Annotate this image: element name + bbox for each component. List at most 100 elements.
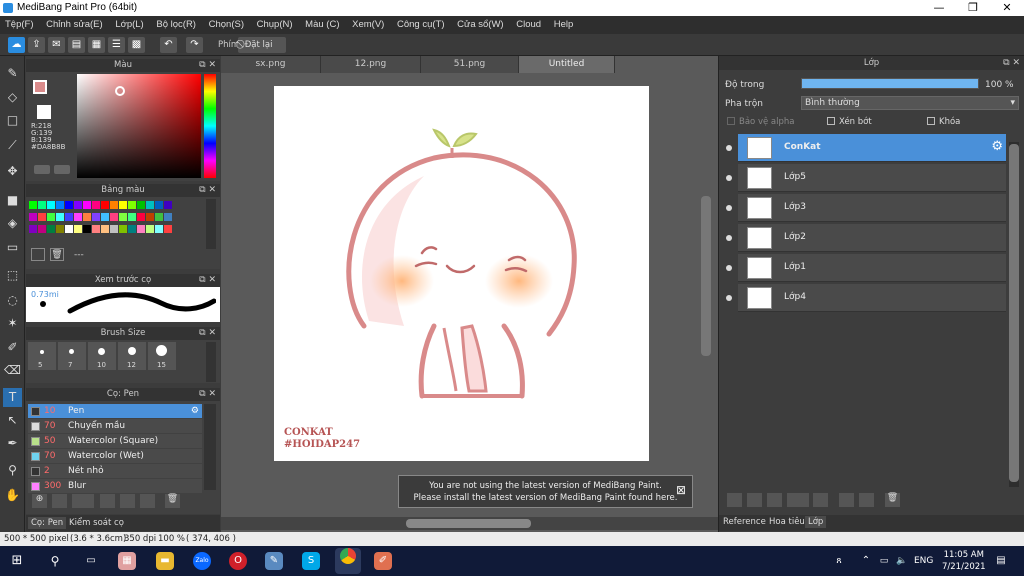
palette-swatch[interactable]	[29, 201, 37, 209]
palette-swatch[interactable]	[92, 225, 100, 233]
menu-cloud[interactable]: Cloud	[511, 16, 546, 34]
menu-layer[interactable]: Lớp(L)	[110, 16, 148, 34]
eye-icon[interactable]	[726, 295, 732, 301]
blend-mode-select[interactable]: Bình thường ▾	[801, 96, 1019, 110]
layer-item[interactable]: Lớp5	[738, 164, 1006, 192]
menu-file[interactable]: Tệp(F)	[0, 16, 39, 34]
palette-swatch[interactable]	[65, 225, 73, 233]
menu-snap[interactable]: Chụp(N)	[252, 16, 298, 34]
comment-icon[interactable]: ✉	[48, 37, 65, 53]
brush-item[interactable]: 70 Watercolor (Wet)	[28, 449, 202, 463]
palette-swatch[interactable]	[101, 213, 109, 221]
panel-close-icon[interactable]: ⧉ ✕	[1003, 56, 1020, 70]
new-bw-layer-icon[interactable]	[767, 493, 782, 507]
medibang-icon[interactable]: ✐	[374, 552, 392, 570]
palette-swatch[interactable]	[164, 213, 172, 221]
document-icon[interactable]: ▦	[88, 37, 105, 53]
size-15[interactable]: 15	[148, 342, 176, 370]
palette-swatch[interactable]	[119, 213, 127, 221]
brush-item[interactable]: 300 Blur	[28, 479, 202, 493]
language-indicator[interactable]: ENG	[914, 556, 933, 566]
palette-swatch[interactable]	[146, 213, 154, 221]
menu-edit[interactable]: Chỉnh sửa(E)	[41, 16, 108, 34]
hand-tool-icon[interactable]: ✋	[3, 486, 22, 505]
tab-brush-control[interactable]: Kiểm soát cọ	[66, 517, 127, 529]
notice-close-icon[interactable]: ⊠	[676, 484, 686, 496]
minimize-button[interactable]: —	[922, 0, 956, 16]
doc-tab-sx[interactable]: sx.png	[221, 56, 321, 73]
new-layer-icon[interactable]	[727, 493, 742, 507]
palette-swatch[interactable]	[110, 201, 118, 209]
gradient-tool-icon[interactable]: ▭	[3, 238, 22, 257]
palette-swatch[interactable]	[110, 225, 118, 233]
palette-swatch[interactable]	[92, 201, 100, 209]
skype-icon[interactable]: S	[302, 552, 320, 570]
layer-item[interactable]: Lớp2	[738, 224, 1006, 252]
reset-button[interactable]: ⃠ Đặt lại	[238, 37, 286, 53]
opacity-slider[interactable]	[801, 78, 979, 89]
delete-brush-icon[interactable]: 🗑	[165, 494, 180, 508]
canvas-horizontal-scrollbar[interactable]	[406, 519, 531, 528]
merge-layer-icon[interactable]	[859, 493, 874, 507]
brush-size-scrollbar[interactable]	[206, 342, 216, 382]
app-icon-1[interactable]: ▦	[118, 552, 136, 570]
panel-close-icon[interactable]: ⧉ ✕	[199, 184, 216, 197]
lock-checkbox[interactable]	[927, 117, 935, 125]
panel-close-icon[interactable]: ⧉ ✕	[199, 388, 216, 401]
task-view-icon[interactable]: ▭	[82, 552, 100, 570]
layer-item[interactable]: Lớp3	[738, 194, 1006, 222]
palette-swatch[interactable]	[101, 225, 109, 233]
chat-icon[interactable]: ▤	[68, 37, 85, 53]
palette-swatch[interactable]	[83, 213, 91, 221]
eye-icon[interactable]	[726, 235, 732, 241]
panel-close-icon[interactable]: ⧉ ✕	[199, 274, 216, 287]
brush-item[interactable]: 50 Watercolor (Square)	[28, 434, 202, 448]
file-explorer-icon[interactable]: ▬	[156, 552, 174, 570]
doc-tab-51[interactable]: 51.png	[421, 56, 519, 73]
palette-swatch[interactable]	[119, 225, 127, 233]
palette-swatch[interactable]	[38, 225, 46, 233]
menu-filter[interactable]: Bộ lọc(R)	[151, 16, 201, 34]
palette-swatch[interactable]	[65, 213, 73, 221]
palette-swatch[interactable]	[56, 201, 64, 209]
fill-rect-tool-icon[interactable]: ■	[3, 191, 22, 210]
layer-menu-icon[interactable]	[787, 493, 809, 507]
palette-swatch[interactable]	[83, 225, 91, 233]
brush-edit-icon[interactable]	[100, 494, 115, 508]
magic-wand-tool-icon[interactable]: ✶	[3, 314, 22, 333]
palette-swatch[interactable]	[137, 201, 145, 209]
new-brush-icon[interactable]	[52, 494, 67, 508]
doc-tab-12[interactable]: 12.png	[321, 56, 421, 73]
add-brush-icon[interactable]: ⊕	[32, 494, 47, 508]
grid-icon[interactable]: ▩	[128, 37, 145, 53]
people-icon[interactable]: ጸ	[830, 552, 848, 570]
tab-layer[interactable]: Lớp	[805, 516, 827, 528]
restore-button[interactable]: ❐	[956, 0, 990, 16]
palette-swatch[interactable]	[128, 213, 136, 221]
palette-swatch[interactable]	[47, 201, 55, 209]
doc-tab-untitled[interactable]: Untitled	[519, 56, 615, 73]
brush-tool-icon[interactable]: ✎	[3, 64, 22, 83]
palette-grid[interactable]	[29, 201, 201, 237]
redo-icon[interactable]: ↷	[186, 37, 203, 53]
tab-brush[interactable]: Cọ: Pen	[28, 517, 67, 529]
palette-swatch[interactable]	[83, 201, 91, 209]
palette-swatch[interactable]	[74, 213, 82, 221]
eye-icon[interactable]	[726, 265, 732, 271]
palette-swatch[interactable]	[74, 225, 82, 233]
size-12[interactable]: 12	[118, 342, 146, 370]
saturation-value-picker[interactable]	[77, 74, 201, 178]
share-icon[interactable]: ⇪	[28, 37, 45, 53]
canvas-vertical-scrollbar[interactable]	[701, 196, 711, 356]
select-eraser-tool-icon[interactable]: ⌫	[3, 361, 22, 380]
update-notice[interactable]: You are not using the latest version of …	[398, 475, 693, 508]
palette-swatch[interactable]	[101, 201, 109, 209]
color-history-icon[interactable]	[34, 165, 50, 174]
brush-item[interactable]: 2 Nét nhỏ	[28, 464, 202, 478]
layer-item[interactable]: ConKat ⚙	[738, 134, 1006, 162]
cloud-icon[interactable]: ☁	[8, 37, 25, 53]
operation-tool-icon[interactable]: ↖	[3, 411, 22, 430]
palette-swatch[interactable]	[128, 201, 136, 209]
volume-icon[interactable]: 🔈	[893, 552, 911, 570]
palette-swatch[interactable]	[155, 213, 163, 221]
